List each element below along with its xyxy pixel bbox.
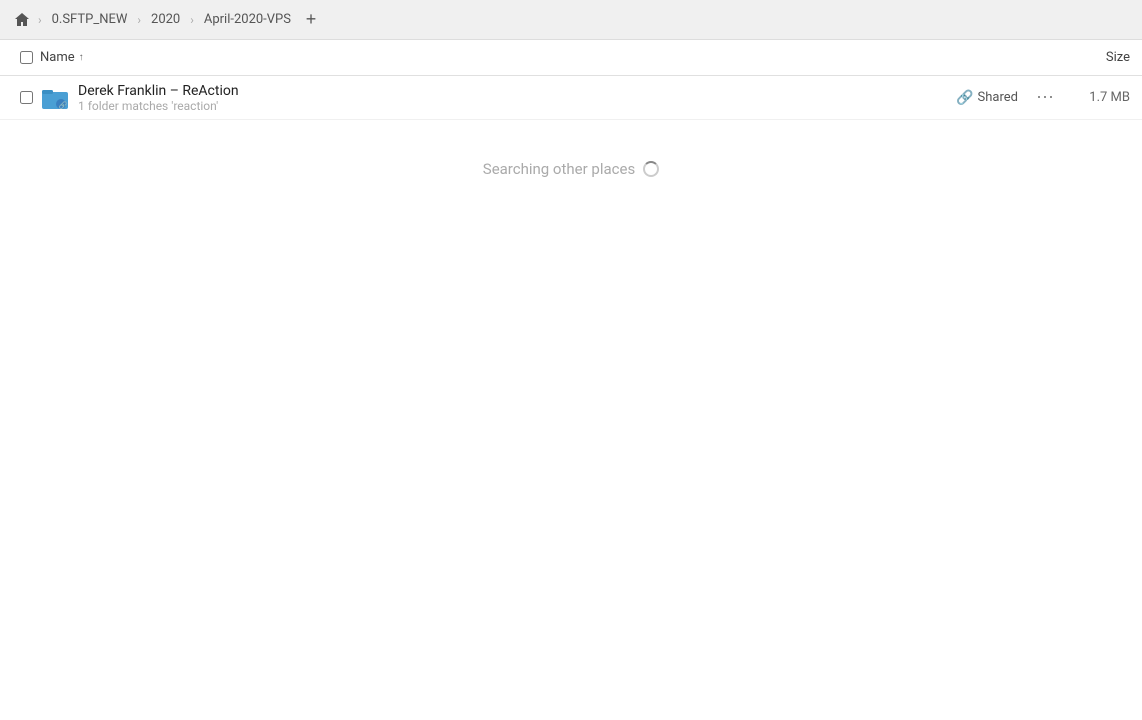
size-column-header[interactable]: Size [1050, 50, 1130, 65]
breadcrumb-item-sftp-new[interactable]: 0.SFTP_NEW [48, 10, 132, 29]
toolbar: › 0.SFTP_NEW › 2020 › April-2020-VPS + [0, 0, 1142, 40]
file-name-container: Derek Franklin – ReAction 1 folder match… [78, 83, 956, 113]
row-checkbox[interactable] [12, 91, 40, 104]
row-actions-button[interactable]: ⋯ [1030, 87, 1060, 108]
name-column-label: Name [40, 50, 75, 65]
search-other-section: Searching other places [0, 120, 1142, 218]
breadcrumb-item-april[interactable]: April-2020-VPS [200, 10, 295, 29]
sort-arrow-icon: ↑ [79, 52, 84, 63]
file-select-checkbox[interactable] [20, 91, 33, 104]
table-row[interactable]: 🔗 Derek Franklin – ReAction 1 folder mat… [0, 76, 1142, 120]
name-column-header[interactable]: Name ↑ [40, 50, 1050, 65]
file-sub-text: 1 folder matches 'reaction' [78, 99, 956, 113]
breadcrumb-separator-3: › [190, 13, 194, 27]
home-icon[interactable] [12, 10, 32, 30]
link-icon: 🔗 [956, 90, 973, 106]
breadcrumb-separator-1: › [38, 13, 42, 27]
svg-text:🔗: 🔗 [59, 100, 68, 109]
breadcrumb-item-2020[interactable]: 2020 [147, 10, 184, 29]
column-headers: Name ↑ Size [0, 40, 1142, 76]
select-all-checkbox[interactable] [20, 51, 33, 64]
add-tab-button[interactable]: + [299, 8, 323, 32]
app-container: › 0.SFTP_NEW › 2020 › April-2020-VPS + N… [0, 0, 1142, 720]
breadcrumb-separator-2: › [137, 13, 141, 27]
file-list: 🔗 Derek Franklin – ReAction 1 folder mat… [0, 76, 1142, 720]
loading-spinner [643, 161, 659, 177]
search-other-label: Searching other places [483, 160, 635, 178]
header-checkbox[interactable] [12, 51, 40, 64]
shared-label: Shared [978, 90, 1018, 105]
folder-icon: 🔗 [40, 83, 70, 113]
file-size: 1.7 MB [1060, 90, 1130, 105]
shared-indicator: 🔗 Shared [956, 90, 1018, 106]
file-name: Derek Franklin – ReAction [78, 83, 956, 99]
